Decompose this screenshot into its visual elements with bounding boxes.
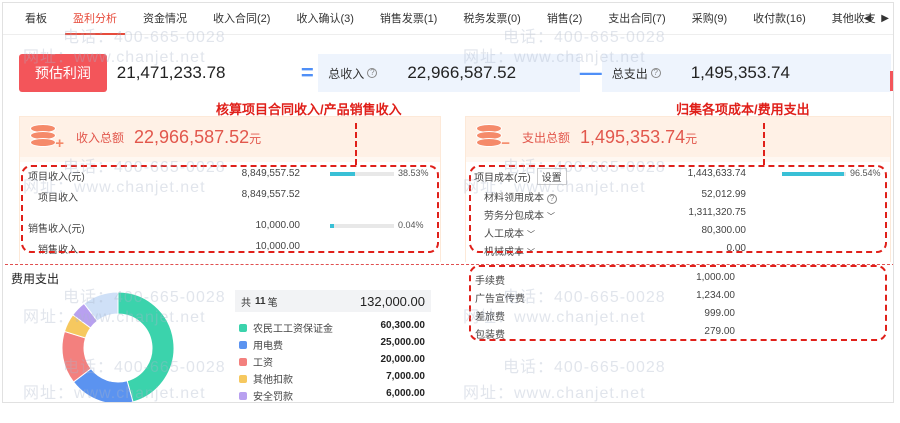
watermark: 电话：400-665-0028 bbox=[63, 359, 226, 376]
legend-name: 用电费 bbox=[253, 341, 283, 352]
legend-item[interactable]: 其他扣款 7,000.00 bbox=[235, 371, 431, 387]
legend-amount: 20,000.00 bbox=[380, 354, 426, 365]
count-suffix: 笔 bbox=[267, 297, 278, 309]
legend-amount: 25,000.00 bbox=[380, 337, 426, 348]
help-icon[interactable]: ? bbox=[650, 68, 661, 78]
legend-name: 工资 bbox=[253, 358, 273, 369]
count-prefix: 共 bbox=[241, 297, 251, 309]
panel-title: 费用支出 bbox=[11, 272, 60, 286]
legend-amount: 7,000.00 bbox=[386, 371, 425, 382]
coins-plus-icon: + bbox=[28, 122, 64, 152]
total-expense-value: 1,495,353.74 bbox=[690, 63, 790, 82]
edge-indicator bbox=[890, 71, 893, 91]
watermark: 网址：www.chanjet.net bbox=[23, 179, 206, 196]
expense-summary: 共 11 笔 132,000.00 bbox=[235, 290, 431, 312]
app-window: 看板 盈利分析 资金情况 收入合同(2) 收入确认(3) 销售发票(1) 税务发… bbox=[2, 2, 894, 403]
tab-sales-invoices[interactable]: 销售发票(1) bbox=[380, 3, 437, 35]
total-expense-label: 总支出 bbox=[611, 66, 648, 81]
legend-name: 其他扣款 bbox=[253, 375, 293, 386]
help-icon[interactable]: ? bbox=[367, 68, 378, 78]
legend-amount: 6,000.00 bbox=[386, 388, 425, 399]
total-income-label: 总收入 bbox=[328, 66, 365, 81]
watermark: 网址：www.chanjet.net bbox=[463, 385, 646, 402]
legend-amount: 60,300.00 bbox=[380, 320, 426, 331]
legend-swatch bbox=[239, 375, 247, 383]
watermark: 电话：400-665-0028 bbox=[503, 359, 666, 376]
equals-sign: = bbox=[300, 60, 314, 85]
coins-minus-icon: − bbox=[474, 122, 510, 152]
income-total-label: 收入总额 bbox=[76, 130, 125, 145]
watermark: 网址：www.chanjet.net bbox=[23, 385, 206, 402]
tab-purchases[interactable]: 采购(9) bbox=[692, 3, 727, 35]
legend-item[interactable]: 用电费 25,000.00 bbox=[235, 337, 431, 353]
watermark: 网址：www.chanjet.net bbox=[463, 179, 646, 196]
expense-total-label: 支出总额 bbox=[522, 130, 571, 145]
triangle-right-icon[interactable]: ▶ bbox=[881, 13, 889, 24]
legend-name: 农民工工资保证金 bbox=[253, 324, 333, 335]
watermark: 网址：www.chanjet.net bbox=[463, 49, 646, 66]
count-value: 11 bbox=[255, 295, 266, 307]
legend-swatch bbox=[239, 341, 247, 349]
legend-item[interactable]: 农民工工资保证金 60,300.00 bbox=[235, 320, 431, 336]
tab-income-recognition[interactable]: 收入确认(3) bbox=[296, 3, 353, 35]
income-annotation-pointer bbox=[355, 123, 357, 165]
tab-scroll-controls: ◀ ▶ bbox=[864, 13, 889, 24]
watermark: 网址：www.chanjet.net bbox=[23, 309, 206, 326]
income-card-header: + 收入总额 22,966,587.52元 bbox=[20, 117, 440, 157]
tab-dashboard[interactable]: 看板 bbox=[25, 3, 47, 35]
tab-payments[interactable]: 收付款(16) bbox=[753, 3, 806, 35]
legend-item[interactable]: 工资 20,000.00 bbox=[235, 354, 431, 370]
income-total-amount: 22,966,587.52元 bbox=[134, 126, 262, 147]
legend-name: 安全罚款 bbox=[253, 392, 293, 403]
expense-total: 132,000.00 bbox=[359, 293, 425, 309]
legend-item[interactable]: 安全罚款 6,000.00 bbox=[235, 388, 431, 403]
watermark: 网址：www.chanjet.net bbox=[23, 49, 206, 66]
legend-swatch bbox=[239, 324, 247, 332]
watermark: 网址：www.chanjet.net bbox=[463, 309, 646, 326]
legend-swatch bbox=[239, 392, 247, 400]
expense-annotation-pointer bbox=[763, 123, 765, 165]
expense-total-amount: 1,495,353.74元 bbox=[580, 126, 698, 147]
triangle-left-icon[interactable]: ◀ bbox=[864, 13, 872, 24]
legend-swatch bbox=[239, 358, 247, 366]
expense-card-header: − 支出总额 1,495,353.74元 bbox=[466, 117, 890, 157]
